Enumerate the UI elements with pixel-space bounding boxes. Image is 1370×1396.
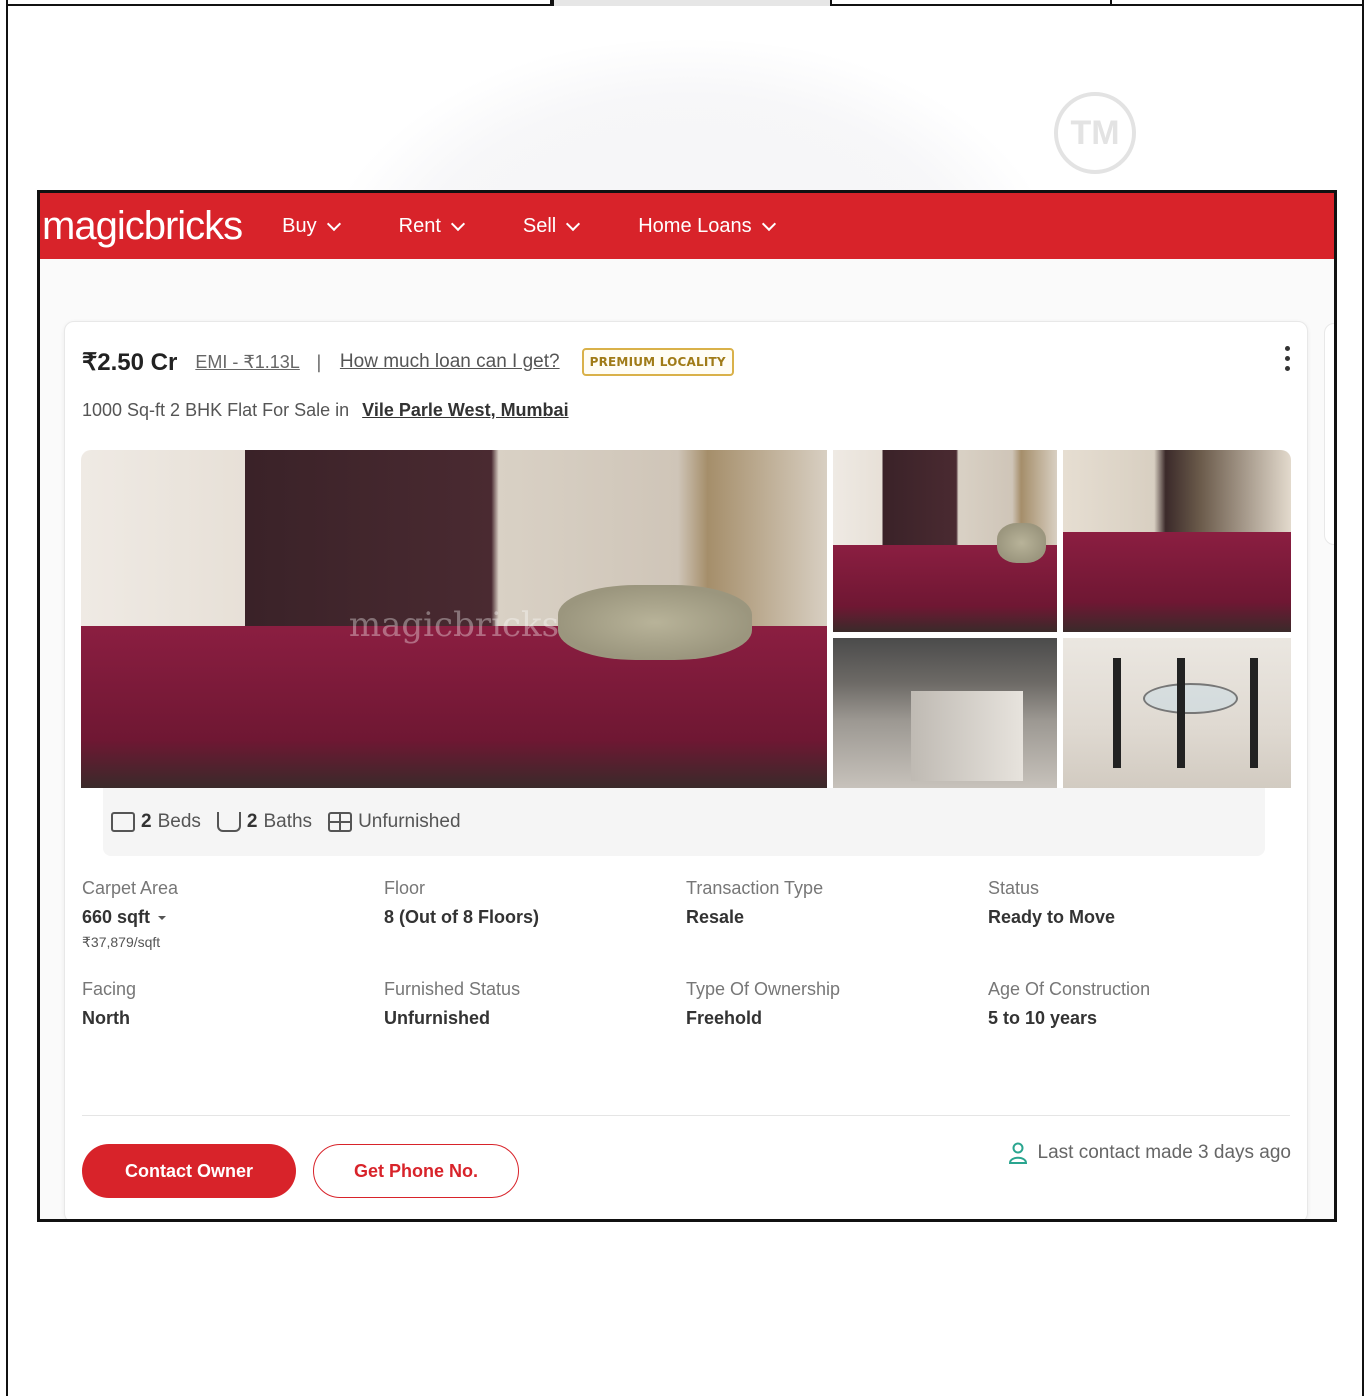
beds-count: 2	[141, 811, 152, 832]
top-navbar: magicbricks Buy Rent Sell Home Loans	[40, 193, 1334, 259]
next-card-peek	[1324, 323, 1334, 545]
detail-age-of-construction: Age Of Construction 5 to 10 years	[988, 979, 1290, 1029]
nav-buy-label: Buy	[282, 214, 317, 237]
carpet-area-value[interactable]: 660 sqft	[82, 907, 384, 928]
subtitle-text: 1000 Sq-ft 2 BHK Flat For Sale in	[82, 400, 350, 420]
beds-feature: 2 Beds	[111, 811, 201, 833]
thumbnail-bedroom-1[interactable]	[833, 450, 1057, 632]
active-tab[interactable]	[552, 0, 832, 6]
detail-value: North	[82, 1008, 130, 1028]
detail-value: 5 to 10 years	[988, 1008, 1098, 1028]
caret-down-icon	[158, 916, 167, 921]
detail-floor: Floor 8 (Out of 8 Floors)	[384, 878, 686, 951]
nav-home-loans[interactable]: Home Loans	[638, 214, 776, 238]
detail-value: Resale	[686, 907, 745, 927]
premium-locality-badge: PREMIUM LOCALITY	[581, 348, 734, 376]
nav-sell-label: Sell	[522, 214, 557, 237]
chevron-down-icon	[450, 216, 465, 231]
detail-label: Age Of Construction	[988, 979, 1151, 999]
nav-home-loans-label: Home Loans	[638, 214, 752, 237]
baths-feature: 2 Baths	[216, 811, 313, 833]
photo-watermark: magicbricks	[348, 605, 560, 646]
detail-value: Ready to Move	[988, 907, 1116, 927]
detail-label: Status	[988, 878, 1040, 898]
last-contact-text: Last contact made 3 days ago	[1037, 1142, 1292, 1163]
beds-label: Beds	[157, 811, 201, 832]
property-details: Carpet Area 660 sqft ₹37,879/sqft Floor …	[82, 878, 1290, 1029]
thumbnail-kitchen[interactable]	[833, 638, 1057, 788]
nav-rent-label: Rent	[398, 214, 441, 237]
detail-carpet-area: Carpet Area 660 sqft ₹37,879/sqft	[82, 878, 384, 951]
furnishing-feature: Unfurnished	[328, 811, 461, 833]
divider	[82, 1115, 1290, 1116]
bathtub-icon	[216, 812, 241, 832]
detail-label: Carpet Area	[82, 878, 179, 898]
detail-facing: Facing North	[82, 979, 384, 1029]
furniture-icon	[328, 812, 353, 832]
detail-label: Type Of Ownership	[686, 979, 841, 999]
detail-label: Transaction Type	[686, 878, 824, 898]
main-photo-bedroom[interactable]: magicbricks	[81, 450, 827, 788]
contact-owner-button[interactable]: Contact Owner	[82, 1144, 296, 1198]
thumbnail-dining[interactable]	[1063, 638, 1291, 788]
magicbricks-logo[interactable]: magicbricks	[42, 204, 243, 249]
tab-divider	[1110, 0, 1112, 6]
loan-eligibility-link[interactable]: How much loan can I get?	[340, 351, 560, 373]
get-phone-button[interactable]: Get Phone No.	[313, 1144, 519, 1198]
person-icon	[1008, 1142, 1027, 1164]
detail-status: Status Ready to Move	[988, 878, 1290, 951]
separator: |	[315, 351, 322, 373]
location-link[interactable]: Vile Parle West, Mumbai	[362, 400, 568, 420]
detail-value: 8 (Out of 8 Floors)	[384, 907, 539, 927]
price-per-sqft: ₹37,879/sqft	[82, 934, 161, 950]
baths-label: Baths	[263, 811, 313, 832]
property-card: ₹2.50 Cr EMI - ₹1.13L | How much loan ca…	[64, 321, 1308, 1219]
furnishing-label: Unfurnished	[358, 811, 461, 832]
features-bar: 2 Beds 2 Baths Unfurnished	[103, 788, 1265, 856]
more-options-icon[interactable]	[1285, 346, 1291, 371]
nav-buy[interactable]: Buy	[282, 214, 341, 238]
emi-link[interactable]: EMI - ₹1.13L	[195, 352, 300, 373]
nav-sell[interactable]: Sell	[522, 214, 581, 238]
detail-label: Furnished Status	[384, 979, 521, 999]
bed-icon	[111, 812, 135, 832]
photo-gallery[interactable]: magicbricks	[81, 450, 1291, 822]
tab-divider	[830, 0, 832, 6]
chevron-down-icon	[566, 216, 581, 231]
detail-value: Unfurnished	[384, 1008, 490, 1028]
detail-transaction-type: Transaction Type Resale	[686, 878, 988, 951]
property-subtitle: 1000 Sq-ft 2 BHK Flat For Sale in Vile P…	[82, 400, 569, 421]
trademark-icon: TM	[1054, 92, 1136, 174]
top-tab-strip	[6, 0, 1364, 6]
last-contact-info: Last contact made 3 days ago	[1008, 1142, 1292, 1164]
magicbricks-app: magicbricks Buy Rent Sell Home Loans ₹2.…	[37, 190, 1337, 1222]
detail-ownership: Type Of Ownership Freehold	[686, 979, 988, 1029]
price-row: ₹2.50 Cr EMI - ₹1.13L | How much loan ca…	[82, 344, 734, 380]
detail-label: Floor	[384, 878, 426, 898]
nav-rent[interactable]: Rent	[398, 214, 465, 238]
chevron-down-icon	[326, 216, 341, 231]
detail-furnished-status: Furnished Status Unfurnished	[384, 979, 686, 1029]
detail-label: Facing	[82, 979, 137, 999]
chevron-down-icon	[761, 216, 776, 231]
baths-count: 2	[246, 811, 258, 832]
thumbnail-bedroom-2[interactable]	[1063, 450, 1291, 632]
detail-value: Freehold	[686, 1008, 763, 1028]
price: ₹2.50 Cr	[82, 348, 178, 376]
